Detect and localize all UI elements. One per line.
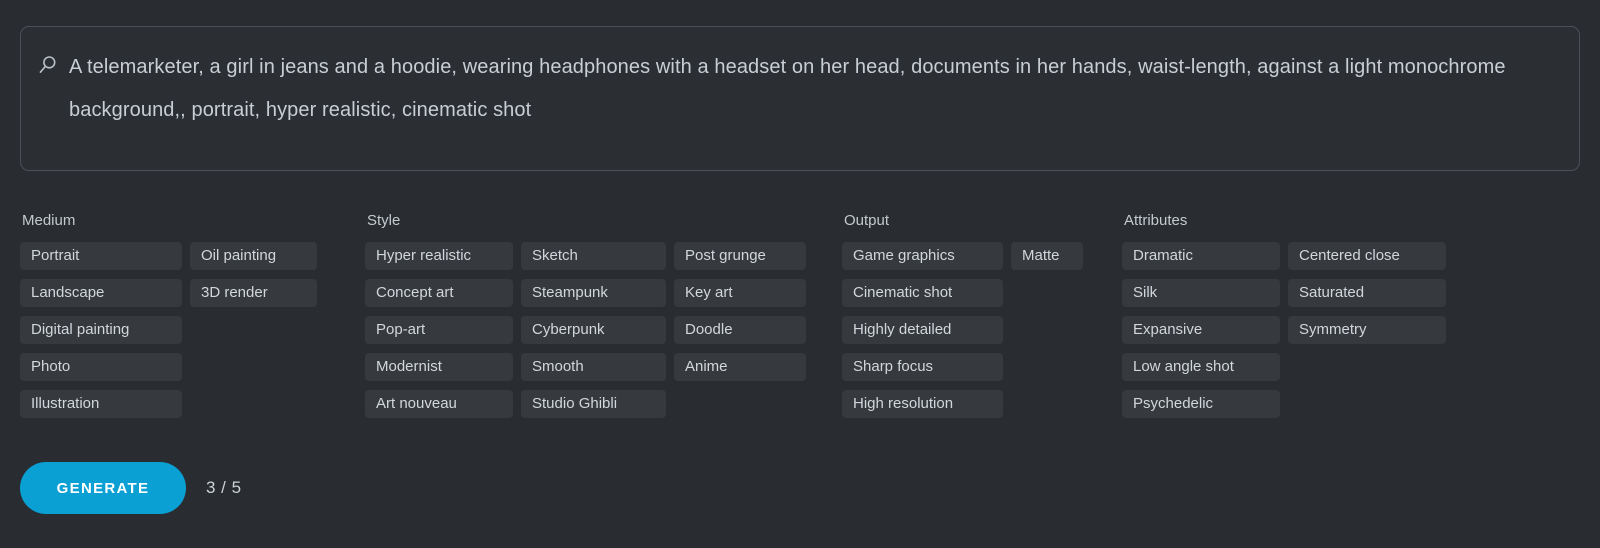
group-title-medium: Medium <box>22 212 76 229</box>
tag-column: Matte <box>1011 242 1083 270</box>
tag-column: Oil painting 3D render <box>190 242 317 307</box>
generation-counter: 3 / 5 <box>206 478 242 497</box>
group-title-output: Output <box>844 212 890 229</box>
tag-portrait[interactable]: Portrait <box>20 242 182 270</box>
tag-psychedelic[interactable]: Psychedelic <box>1122 390 1280 418</box>
tag-group-medium: Medium Portrait Landscape Digital painti… <box>20 212 317 418</box>
tag-3d-render[interactable]: 3D render <box>190 279 317 307</box>
prompt-text[interactable]: A telemarketer, a girl in jeans and a ho… <box>69 44 1559 132</box>
tag-highly-detailed[interactable]: Highly detailed <box>842 316 1003 344</box>
tag-doodle[interactable]: Doodle <box>674 316 806 344</box>
group-columns-style: Hyper realistic Concept art Pop-art Mode… <box>365 242 806 418</box>
tag-illustration[interactable]: Illustration <box>20 390 182 418</box>
tag-dramatic[interactable]: Dramatic <box>1122 242 1280 270</box>
group-columns-output: Game graphics Cinematic shot Highly deta… <box>842 242 1083 418</box>
tag-digital-painting[interactable]: Digital painting <box>20 316 182 344</box>
tag-smooth[interactable]: Smooth <box>521 353 666 381</box>
tag-groups: Medium Portrait Landscape Digital painti… <box>20 212 1580 418</box>
tag-modernist[interactable]: Modernist <box>365 353 513 381</box>
group-columns-attributes: Dramatic Silk Expansive Low angle shot P… <box>1122 242 1446 418</box>
tag-hyper-realistic[interactable]: Hyper realistic <box>365 242 513 270</box>
tag-column: Dramatic Silk Expansive Low angle shot P… <box>1122 242 1280 418</box>
tag-expansive[interactable]: Expansive <box>1122 316 1280 344</box>
tag-group-attributes: Attributes Dramatic Silk Expansive Low a… <box>1122 212 1446 418</box>
tag-low-angle-shot[interactable]: Low angle shot <box>1122 353 1280 381</box>
group-title-style: Style <box>367 212 401 229</box>
tag-column: Sketch Steampunk Cyberpunk Smooth Studio… <box>521 242 666 418</box>
tag-cinematic-shot[interactable]: Cinematic shot <box>842 279 1003 307</box>
tag-column: Game graphics Cinematic shot Highly deta… <box>842 242 1003 418</box>
search-icon <box>37 54 59 76</box>
tag-anime[interactable]: Anime <box>674 353 806 381</box>
tag-landscape[interactable]: Landscape <box>20 279 182 307</box>
group-title-attributes: Attributes <box>1124 212 1188 229</box>
prompt-builder-app: A telemarketer, a girl in jeans and a ho… <box>0 0 1600 548</box>
tag-art-nouveau[interactable]: Art nouveau <box>365 390 513 418</box>
tag-oil-painting[interactable]: Oil painting <box>190 242 317 270</box>
tag-column: Centered close Saturated Symmetry <box>1288 242 1446 344</box>
tag-group-output: Output Game graphics Cinematic shot High… <box>842 212 1083 418</box>
group-columns-medium: Portrait Landscape Digital painting Phot… <box>20 242 317 418</box>
tag-post-grunge[interactable]: Post grunge <box>674 242 806 270</box>
tag-saturated[interactable]: Saturated <box>1288 279 1446 307</box>
tag-steampunk[interactable]: Steampunk <box>521 279 666 307</box>
tag-column: Post grunge Key art Doodle Anime <box>674 242 806 381</box>
tag-silk[interactable]: Silk <box>1122 279 1280 307</box>
tag-cyberpunk[interactable]: Cyberpunk <box>521 316 666 344</box>
tag-group-style: Style Hyper realistic Concept art Pop-ar… <box>365 212 806 418</box>
generate-button[interactable]: GENERATE <box>20 462 186 514</box>
footer: GENERATE 3 / 5 <box>20 462 242 514</box>
tag-matte[interactable]: Matte <box>1011 242 1083 270</box>
tag-high-resolution[interactable]: High resolution <box>842 390 1003 418</box>
tag-symmetry[interactable]: Symmetry <box>1288 316 1446 344</box>
tag-pop-art[interactable]: Pop-art <box>365 316 513 344</box>
prompt-input[interactable]: A telemarketer, a girl in jeans and a ho… <box>20 26 1580 171</box>
tag-column: Hyper realistic Concept art Pop-art Mode… <box>365 242 513 418</box>
tag-game-graphics[interactable]: Game graphics <box>842 242 1003 270</box>
tag-photo[interactable]: Photo <box>20 353 182 381</box>
tag-centered-close[interactable]: Centered close <box>1288 242 1446 270</box>
tag-studio-ghibli[interactable]: Studio Ghibli <box>521 390 666 418</box>
tag-column: Portrait Landscape Digital painting Phot… <box>20 242 182 418</box>
tag-concept-art[interactable]: Concept art <box>365 279 513 307</box>
tag-sketch[interactable]: Sketch <box>521 242 666 270</box>
tag-sharp-focus[interactable]: Sharp focus <box>842 353 1003 381</box>
tag-key-art[interactable]: Key art <box>674 279 806 307</box>
